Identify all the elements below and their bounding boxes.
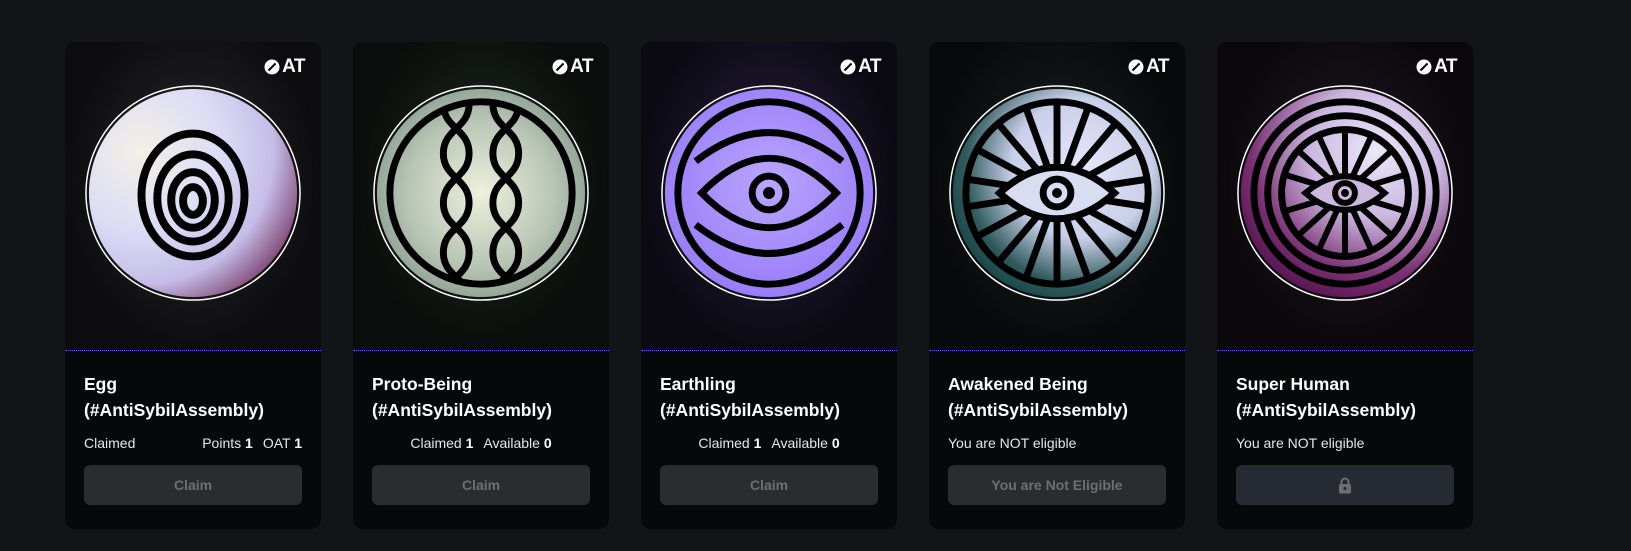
eligibility-status: You are NOT eligible <box>1236 435 1365 451</box>
oat-logo: AT <box>840 56 881 78</box>
lock-icon <box>1339 477 1351 493</box>
oat-logo: AT <box>264 56 305 78</box>
card-body: Super Human (#AntiSybilAssembly) You are… <box>1217 351 1473 505</box>
oat-card-earthling[interactable]: AT Earthling (#AntiSybilAssembly) Claime… <box>641 42 897 529</box>
oat-card-super-human[interactable]: AT Super Human (#AntiSybilAssembly) You … <box>1217 42 1473 529</box>
claim-status: Claimed <box>84 435 136 451</box>
locked-claim-button[interactable] <box>1236 465 1454 505</box>
available-stat: Available 0 <box>771 435 840 451</box>
oat-card-awakened-being[interactable]: AT Awakened Being (#AntiSybilAssembly) Y… <box>929 42 1185 529</box>
card-meta: Claimed 1 Available 0 <box>660 433 878 453</box>
oat-logo: AT <box>1416 56 1457 78</box>
available-stat: Available 0 <box>483 435 552 451</box>
card-media: AT <box>1217 42 1473 351</box>
oat-logo: AT <box>1128 56 1169 78</box>
eye-sunburst-icon <box>1237 85 1453 301</box>
eye-arcs-icon <box>661 85 877 301</box>
egg-rings-icon <box>85 85 301 301</box>
card-media: AT <box>353 42 609 351</box>
oat-card-list: AT Egg (#AntiSybilAssembly) Claimed Poin… <box>65 42 1473 529</box>
card-title: Super Human (#AntiSybilAssembly) <box>1236 374 1416 420</box>
not-eligible-button[interactable]: You are Not Eligible <box>948 465 1166 505</box>
claim-button[interactable]: Claim <box>660 465 878 505</box>
card-body: Earthling (#AntiSybilAssembly) Claimed 1… <box>641 351 897 505</box>
card-body: Egg (#AntiSybilAssembly) Claimed Points … <box>65 351 321 505</box>
claim-button[interactable]: Claim <box>372 465 590 505</box>
card-body: Awakened Being (#AntiSybilAssembly) You … <box>929 351 1185 505</box>
card-title: Egg (#AntiSybilAssembly) <box>84 374 264 420</box>
dna-helix-icon <box>373 85 589 301</box>
card-media: AT <box>929 42 1185 351</box>
oat-card-egg[interactable]: AT Egg (#AntiSybilAssembly) Claimed Poin… <box>65 42 321 529</box>
claim-button[interactable]: Claim <box>84 465 302 505</box>
eye-rays-icon <box>949 85 1165 301</box>
card-body: Proto-Being (#AntiSybilAssembly) Claimed… <box>353 351 609 505</box>
card-title: Proto-Being (#AntiSybilAssembly) <box>372 374 552 420</box>
card-media: AT <box>65 42 321 351</box>
card-title: Awakened Being (#AntiSybilAssembly) <box>948 374 1128 420</box>
claimed-stat: Claimed 1 <box>410 435 474 451</box>
card-meta: Claimed Points 1 OAT 1 <box>84 433 302 453</box>
oat-logo: AT <box>552 56 593 78</box>
card-media: AT <box>641 42 897 351</box>
oat-card-proto-being[interactable]: AT Proto-Being (#AntiSybilAssembly) Clai… <box>353 42 609 529</box>
card-meta: Claimed 1 Available 0 <box>372 433 590 453</box>
eligibility-status: You are NOT eligible <box>948 435 1077 451</box>
claimed-stat: Claimed 1 <box>698 435 762 451</box>
card-meta: You are NOT eligible <box>948 433 1166 453</box>
card-meta: You are NOT eligible <box>1236 433 1454 453</box>
card-title: Earthling (#AntiSybilAssembly) <box>660 374 840 420</box>
points-stat: Points 1 <box>202 435 253 451</box>
oat-stat: OAT 1 <box>262 435 302 451</box>
